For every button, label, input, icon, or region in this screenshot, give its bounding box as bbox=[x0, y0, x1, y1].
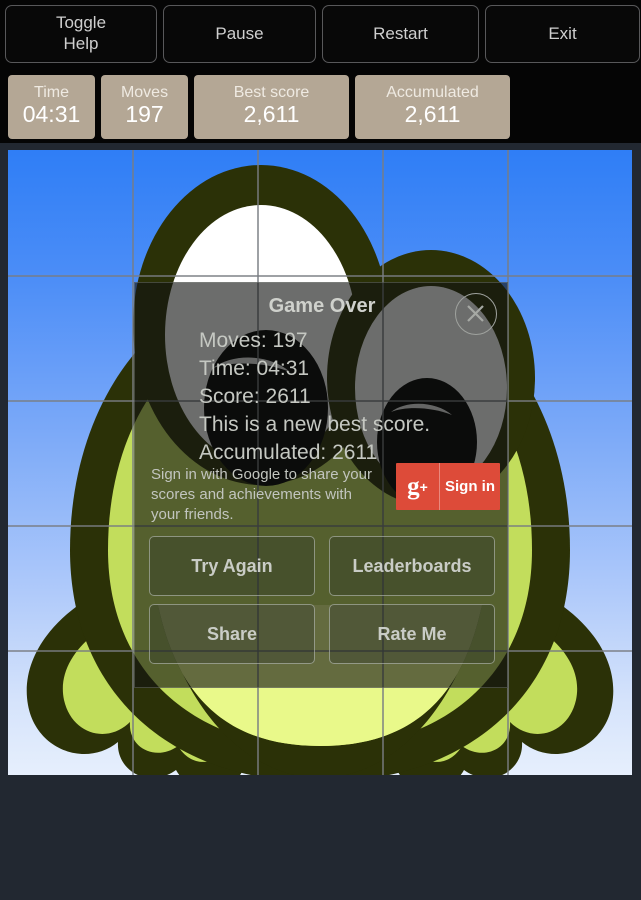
stat-best-score-label: Best score bbox=[233, 83, 310, 101]
stat-best-score: Best score 2,611 bbox=[194, 75, 349, 139]
dialog-action-buttons: Try Again Leaderboards Share Rate Me bbox=[149, 536, 495, 666]
stats-bar: Time 04:31 Moves 197 Best score 2,611 Ac… bbox=[0, 68, 641, 143]
google-plus-sign-in-button[interactable]: g + Sign in bbox=[396, 463, 500, 510]
stat-accumulated-label: Accumulated bbox=[386, 83, 479, 101]
toggle-help-label: Toggle Help bbox=[56, 13, 106, 54]
pause-label: Pause bbox=[215, 23, 264, 43]
try-again-button[interactable]: Try Again bbox=[149, 536, 315, 596]
dialog-stat-time: Time: 04:31 bbox=[199, 356, 310, 380]
dialog-new-best-message: This is a new best score. bbox=[199, 412, 431, 436]
toggle-help-button[interactable]: Toggle Help bbox=[5, 5, 157, 63]
google-plus-sign-in-label: Sign in bbox=[445, 478, 495, 495]
pause-button[interactable]: Pause bbox=[163, 5, 316, 63]
game-screen: Toggle Help Pause Restart Exit Time 04:3… bbox=[0, 0, 641, 900]
dialog-stat-moves: Moves: 197 bbox=[199, 329, 308, 352]
toggle-help-label-line1: Toggle bbox=[55, 13, 107, 33]
stat-accumulated-value: 2,611 bbox=[404, 101, 461, 128]
stat-moves: Moves 197 bbox=[101, 75, 188, 139]
exit-label: Exit bbox=[548, 23, 577, 43]
stat-best-score-value: 2,611 bbox=[243, 101, 300, 128]
restart-label: Restart bbox=[373, 23, 428, 43]
leaderboards-label: Leaderboards bbox=[352, 555, 472, 576]
dialog-stats-list: Moves: 197 Time: 04:31 Score: 2611 This … bbox=[199, 327, 499, 467]
try-again-label: Try Again bbox=[191, 555, 273, 576]
signin-section: Sign in with Google to share your scores… bbox=[151, 463, 500, 527]
stat-moves-label: Moves bbox=[120, 83, 169, 101]
toggle-help-label-line2: Help bbox=[63, 34, 99, 53]
control-bar: Toggle Help Pause Restart Exit bbox=[0, 0, 641, 68]
signin-description: Sign in with Google to share your scores… bbox=[151, 466, 372, 523]
exit-button[interactable]: Exit bbox=[485, 5, 640, 63]
share-label: Share bbox=[206, 623, 258, 644]
stat-time: Time 04:31 bbox=[8, 75, 95, 139]
leaderboards-button[interactable]: Leaderboards bbox=[329, 536, 495, 596]
dialog-title: Game Over bbox=[268, 295, 376, 317]
stat-accumulated: Accumulated 2,611 bbox=[355, 75, 510, 139]
stat-time-label: Time bbox=[34, 83, 69, 101]
share-button[interactable]: Share bbox=[149, 604, 315, 664]
rate-me-label: Rate Me bbox=[377, 623, 447, 644]
rate-me-button[interactable]: Rate Me bbox=[329, 604, 495, 664]
restart-button[interactable]: Restart bbox=[322, 5, 479, 63]
control-button-row: Toggle Help Pause Restart Exit bbox=[5, 5, 640, 63]
game-over-dialog: Game Over Moves: 197 Time: 04:31 Score: … bbox=[134, 282, 508, 688]
stat-moves-value: 197 bbox=[125, 101, 164, 128]
google-plus-icon: g + bbox=[396, 463, 440, 510]
dialog-stat-score: Score: 2611 bbox=[199, 384, 311, 408]
stats-row: Time 04:31 Moves 197 Best score 2,611 Ac… bbox=[8, 75, 510, 139]
stat-time-value: 04:31 bbox=[22, 101, 81, 128]
